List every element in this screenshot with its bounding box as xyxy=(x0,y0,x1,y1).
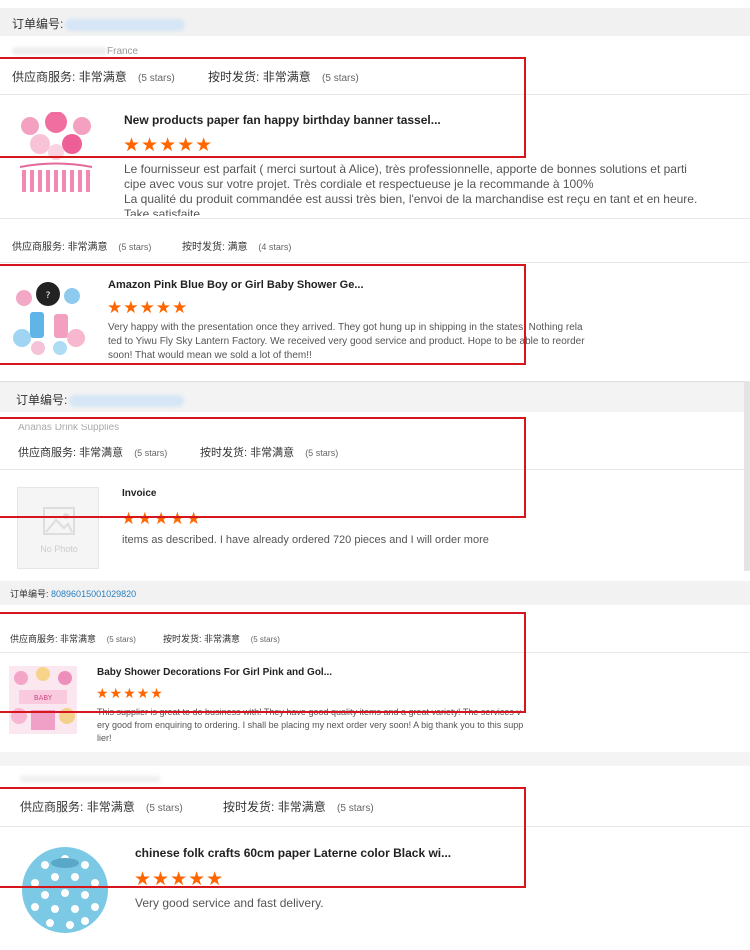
review-text: Very good service and fast delivery. xyxy=(135,896,324,910)
no-photo-label: No Photo xyxy=(40,544,78,554)
order-label-text: 订单编号: xyxy=(12,17,64,31)
country-text: France xyxy=(107,46,139,57)
blurred-order-number xyxy=(69,394,185,407)
order-number-label: 订单编号: xyxy=(16,391,185,408)
supplier-value: 非常满意 xyxy=(67,242,108,253)
review-line: lier! xyxy=(97,733,112,743)
order-header-bar: 订单编号: xyxy=(0,8,750,36)
highlight-box xyxy=(0,612,526,713)
blurred-buyer-info xyxy=(20,776,160,782)
review-line: Le fournisseur est parfait ( merci surto… xyxy=(124,162,687,176)
delivery-value: 满意 xyxy=(227,242,248,253)
review-line: La qualité du produit commandée est auss… xyxy=(124,192,698,206)
supplier-service-rating: 供应商服务: 非常满意 (5 stars) xyxy=(12,238,151,253)
order-label-text: 订单编号: xyxy=(10,589,49,599)
order-number-link[interactable]: 80896015001029820 xyxy=(51,589,136,599)
review-text: Le fournisseur est parfait ( merci surto… xyxy=(124,162,724,216)
review-text: items as described. I have already order… xyxy=(122,534,489,546)
order-label-text: 订单编号: xyxy=(16,393,68,407)
supplier-stars-text: (5 stars) xyxy=(118,242,152,252)
highlight-box xyxy=(0,264,526,365)
order-number-label: 订单编号: xyxy=(12,15,186,32)
page-edge xyxy=(744,381,750,571)
order-number-label: 订单编号: 80896015001029820 xyxy=(10,587,136,600)
order-header-bar: 订单编号: xyxy=(0,381,750,412)
review-line: Take satisfaite xyxy=(124,207,201,216)
divider xyxy=(0,218,750,219)
highlight-box xyxy=(0,417,526,518)
divider xyxy=(0,262,750,263)
delivery-stars-text: (4 stars) xyxy=(258,242,292,252)
review-line: ery good from enquiring to ordering. I s… xyxy=(97,720,524,730)
buyer-country: France xyxy=(12,46,138,57)
delivery-rating: 按时发货: 满意 (4 stars) xyxy=(182,238,291,253)
order-header-bar: 订单编号: 80896015001029820 xyxy=(0,581,750,605)
highlight-box xyxy=(0,57,526,158)
highlight-box xyxy=(0,787,526,888)
order-header-bar xyxy=(0,752,750,766)
blurred-order-number xyxy=(65,18,186,31)
supplier-label: 供应商服务: xyxy=(12,242,65,253)
blurred-buyer-name xyxy=(12,47,107,56)
review-line: cipe avec vous sur votre projet. Très co… xyxy=(124,177,594,191)
delivery-label: 按时发货: xyxy=(182,242,225,253)
